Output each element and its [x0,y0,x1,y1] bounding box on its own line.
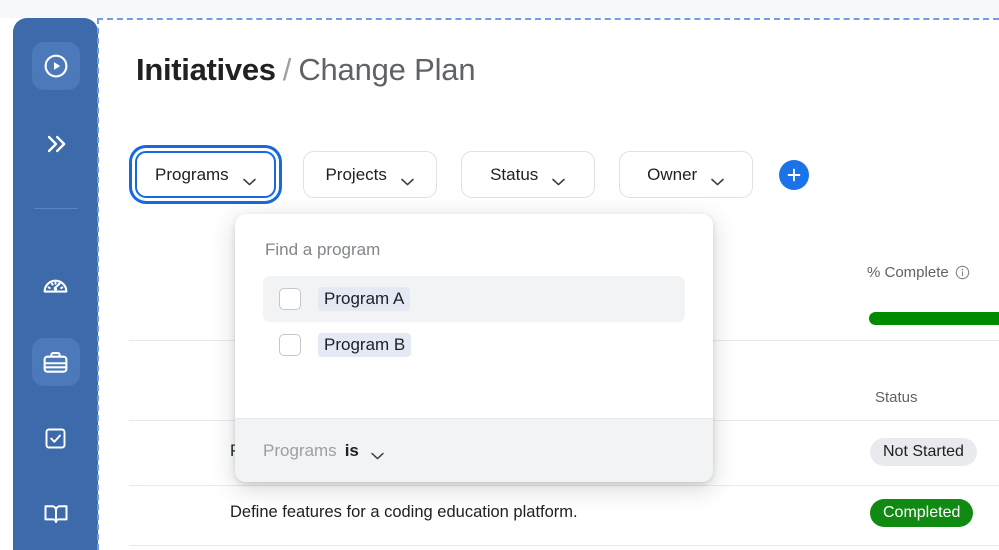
info-icon[interactable] [955,265,970,280]
sidebar-item-tasks[interactable] [32,414,80,462]
row-divider [129,545,999,546]
filter-projects-label: Projects [325,164,387,184]
filter-toolbar: Programs Projects Status Owner [132,151,809,198]
row-divider [129,485,999,486]
table-row-task[interactable]: Define features for a coding education p… [230,503,578,522]
checkbox-unchecked-icon[interactable] [279,334,301,356]
briefcase-icon [41,348,70,377]
column-header-percent-complete: % Complete [867,264,970,281]
status-badge: Completed [870,499,974,527]
program-option-label: Program B [318,333,412,357]
filter-projects-button[interactable]: Projects [302,151,437,198]
filter-operator-label[interactable]: is [345,441,359,461]
program-option-label: Program A [318,287,411,311]
chevron-down-icon [711,171,725,185]
checkbox-unchecked-icon[interactable] [279,288,301,310]
chevron-down-icon[interactable] [371,447,384,459]
chevron-down-icon [552,171,566,185]
sidebar-item-dashboard[interactable] [32,261,80,309]
column-header-label: Status [875,389,918,406]
plus-icon [786,167,802,183]
breadcrumb-parent[interactable]: Initiatives [136,52,276,87]
filter-programs-label: Programs [155,164,229,184]
sidebar-item-play[interactable] [31,42,80,90]
sidebar-item-initiatives[interactable] [31,338,80,386]
play-icon [41,51,71,81]
column-header-label: % Complete [867,264,949,281]
gauge-icon [41,271,70,300]
progress-bar [869,312,999,325]
chevron-down-icon [401,171,414,185]
filter-field-label: Programs [263,440,337,460]
filter-status-button[interactable]: Status [460,151,595,198]
sidebar-item-expand[interactable] [32,120,80,168]
filter-status-label: Status [490,164,539,184]
status-badge: Not Started [870,438,977,466]
filter-owner-button[interactable]: Owner [618,151,753,198]
program-option-row[interactable]: Program A [263,276,685,322]
app-root: Initiatives / Change Plan Programs Project… [0,0,999,550]
program-search-input[interactable]: Find a program [265,240,380,260]
add-filter-button[interactable] [778,159,809,190]
dropdown-footer: Programs is [235,418,713,482]
sidebar-divider [33,208,78,209]
sidebar [13,18,98,550]
filter-owner-label: Owner [647,164,698,184]
page-title: Change Plan [298,52,476,87]
column-header-status: Status [875,389,918,406]
program-option-list: Program A Program B [235,276,713,368]
chevron-down-icon [242,171,256,185]
sidebar-item-library[interactable] [32,490,80,538]
book-icon [42,500,70,528]
program-option-row[interactable]: Program B [263,322,685,368]
filter-programs-button[interactable]: Programs [135,151,276,198]
breadcrumb-separator: / [282,52,292,87]
main-content: Initiatives / Change Plan Programs Project… [99,20,999,550]
breadcrumb: Initiatives / Change Plan [136,50,476,90]
expand-icon [42,130,70,158]
window-top-strip [0,0,999,18]
checkbox-icon [42,425,69,452]
programs-dropdown-panel: Find a program Program A Program B Progr… [235,214,713,482]
